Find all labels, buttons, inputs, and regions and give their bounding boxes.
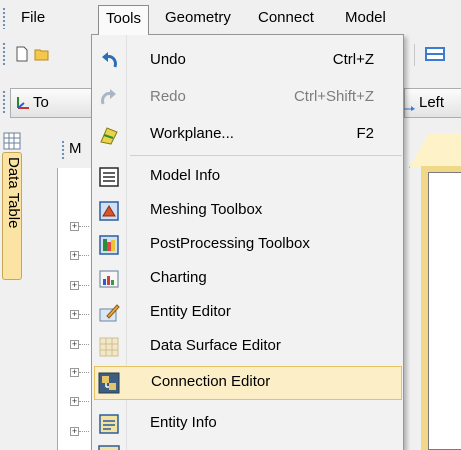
menu-item-label: Workplane... [150, 125, 234, 142]
tree-connector [79, 401, 89, 402]
next-item-icon [98, 445, 120, 450]
menu-item-label: Data Surface Editor [150, 337, 281, 354]
view-to-button[interactable]: To [10, 88, 100, 118]
menu-item-shortcut: Ctrl+Z [332, 51, 374, 68]
undo-icon [102, 52, 117, 68]
toolbar-grip-2[interactable] [2, 90, 6, 114]
tree-expander[interactable]: + [70, 368, 79, 377]
menu-item-meshing-toolbox[interactable]: Meshing Toolbox [94, 194, 402, 228]
menu-bar: File Tools Geometry Connect Model [0, 0, 461, 35]
new-file-icon[interactable] [14, 46, 30, 62]
tree-connector [79, 372, 89, 373]
postprocessing-toolbox-icon [99, 235, 119, 255]
menu-item-shortcut: Ctrl+Shift+Z [293, 88, 374, 105]
menu-connect[interactable]: Connect [258, 6, 314, 30]
tree-connector [79, 285, 89, 286]
menu-tools[interactable]: Tools [98, 5, 150, 35]
model-info-icon [99, 167, 119, 187]
tree-connector [79, 314, 89, 315]
chart-icon [99, 270, 119, 288]
menu-item-label: Meshing Toolbox [150, 201, 263, 218]
meshing-toolbox-icon [99, 201, 119, 221]
entity-editor-icon [99, 304, 120, 322]
tree-expander[interactable]: + [70, 310, 79, 319]
menu-item-label: Model Info [150, 167, 221, 184]
menu-model[interactable]: Model [345, 6, 386, 30]
menu-item-entity-info[interactable]: Entity Info [94, 407, 402, 441]
toolbar-separator [414, 44, 415, 66]
tree-expander[interactable]: + [70, 340, 79, 349]
to-button-label: To [33, 94, 49, 111]
viewport-canvas[interactable] [428, 172, 461, 450]
menu-item-undo[interactable]: Undo Ctrl+Z [94, 44, 402, 78]
menu-separator [130, 155, 402, 156]
menu-item-model-info[interactable]: Model Info [94, 160, 402, 194]
tools-menu-dropdown: Undo Ctrl+Z Redo Ctrl+Shift+Z Workplane.… [91, 34, 404, 450]
data-table-grid-icon[interactable] [3, 132, 21, 150]
tree-expander[interactable]: + [70, 222, 79, 231]
menu-item-entity-editor[interactable]: Entity Editor [94, 296, 402, 330]
axes-icon [17, 97, 29, 109]
menubar-grip[interactable] [2, 7, 6, 29]
menu-geometry[interactable]: Geometry [165, 6, 231, 30]
tree-expander[interactable]: + [70, 397, 79, 406]
workplane-icon [100, 127, 118, 145]
menu-item-label: Entity Info [150, 414, 217, 431]
menu-item-label: PostProcessing Toolbox [150, 235, 310, 252]
model-panel-title: M [69, 140, 82, 157]
data-table-tab[interactable]: Data Table [2, 152, 22, 280]
toolbar-grip[interactable] [2, 42, 6, 66]
tree-expander[interactable]: + [70, 281, 79, 290]
arrow-right-icon [403, 106, 415, 111]
menu-item-label: Redo [150, 88, 186, 105]
menu-item-workplane[interactable]: Workplane... F2 [94, 118, 402, 152]
tree-connector [79, 344, 89, 345]
menu-item-data-surface-editor[interactable]: Data Surface Editor [94, 330, 402, 364]
menu-item-shortcut: F2 [356, 125, 374, 142]
redo-icon [101, 89, 116, 105]
connection-editor-icon [98, 372, 120, 394]
tree-connector [79, 431, 89, 432]
menu-item-connection-editor[interactable]: Connection Editor [94, 366, 402, 400]
menu-item-redo[interactable]: Redo Ctrl+Shift+Z [94, 81, 402, 115]
tree-expander[interactable]: + [70, 251, 79, 260]
menu-item-label: Undo [150, 51, 186, 68]
view-left-button[interactable]: Left [403, 88, 461, 118]
tree-connector [79, 255, 89, 256]
open-folder-icon[interactable] [34, 46, 50, 62]
tree-expander[interactable]: + [70, 427, 79, 436]
tree-connector [79, 226, 89, 227]
menu-file[interactable]: File [21, 6, 45, 30]
left-button-label: Left [419, 94, 445, 111]
data-table-tab-label: Data Table [5, 157, 22, 229]
menu-item-postprocessing-toolbox[interactable]: PostProcessing Toolbox [94, 228, 402, 262]
data-surface-grid-icon [99, 337, 119, 357]
menu-item-label: Entity Editor [150, 303, 231, 320]
menu-item-charting[interactable]: Charting [94, 262, 402, 296]
menu-item-label: Charting [150, 269, 207, 286]
panel-grip[interactable] [61, 140, 65, 160]
window-layout-icon[interactable] [424, 46, 446, 62]
menu-item-label: Connection Editor [151, 373, 271, 390]
entity-info-icon [99, 414, 119, 434]
